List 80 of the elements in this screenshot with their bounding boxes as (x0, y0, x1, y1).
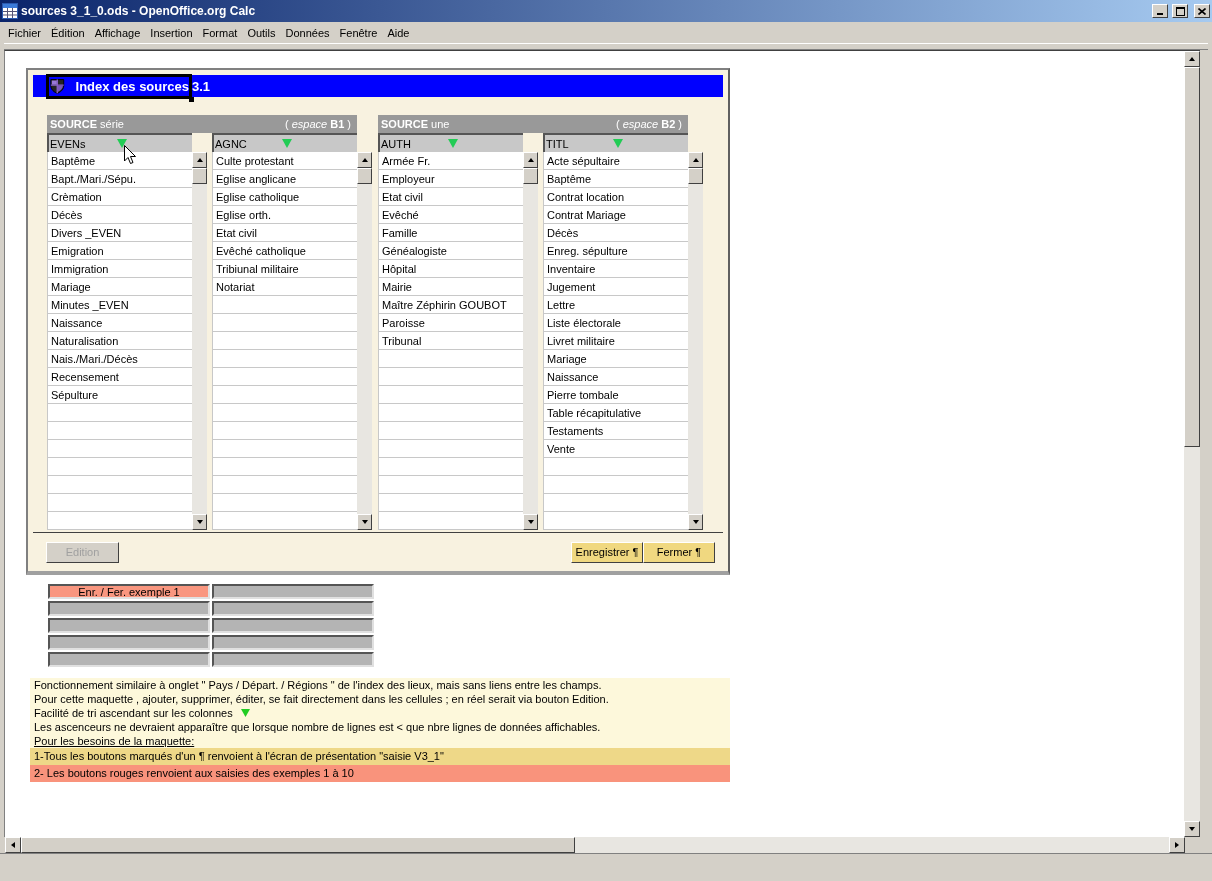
arrow-icon (1188, 826, 1196, 832)
scroll-thumb[interactable] (1184, 67, 1200, 447)
dialog-button[interactable]: Fermer ¶ (643, 541, 715, 563)
column-header[interactable]: AGNC (212, 133, 357, 152)
note-text: Pour cette maquette , ajouter, supprimer, éditer, se fait directement dans les cellules ; en réel serait via bouton Edition. (34, 692, 609, 706)
column-header[interactable]: EVENs (47, 133, 192, 152)
sort-icon (117, 139, 127, 148)
dialog-title: Index des sources (75, 78, 189, 94)
sort-icon (282, 139, 292, 148)
arrow-icon (526, 157, 535, 163)
scroll-thumb[interactable] (192, 168, 207, 184)
scroll-up-button[interactable] (523, 152, 538, 168)
menu-item[interactable]: Outils (242, 26, 281, 39)
scrollbar[interactable] (192, 152, 207, 530)
menu-item[interactable]: Édition (46, 26, 90, 39)
sort-icon (613, 139, 623, 148)
scroll-down-button[interactable] (192, 514, 207, 530)
note-text: Les ascenceurs ne devraient apparaître que lorsque nombre de lignes est < que nbre lignes de données affichables. (34, 720, 601, 734)
scroll-thumb[interactable] (523, 168, 538, 184)
arrow-icon (1174, 841, 1180, 849)
arrow-icon (1188, 56, 1196, 62)
arrow-icon (526, 519, 535, 525)
scrollbar[interactable] (1184, 50, 1200, 837)
column-header[interactable]: AUTH (378, 133, 523, 152)
dialog-button[interactable]: Enregistrer ¶ (571, 541, 643, 563)
menu-item[interactable]: Fichier (3, 26, 46, 39)
scroll-down-button[interactable] (523, 514, 538, 530)
scroll-down-button[interactable] (688, 514, 703, 530)
arrow-icon (691, 157, 700, 163)
arrow-icon (195, 157, 204, 163)
scrollbar[interactable] (523, 152, 538, 530)
sort-icon (448, 139, 458, 148)
scroll-thumb[interactable] (21, 837, 575, 853)
scrollbar[interactable] (357, 152, 372, 530)
scroll-up-button[interactable] (192, 152, 207, 168)
note-text: Fonctionnement similaire à onglet " Pays / Départ. / Régions " de l'index des lieux, mais sans liens entre les champs. (34, 678, 602, 692)
version-label: 3.1 (192, 78, 211, 94)
space-label: ( espace B1 ) (284, 118, 351, 130)
list-item[interactable]: Armée Fr. (378, 152, 523, 170)
close-button[interactable] (1194, 4, 1210, 18)
spreadsheet-icon (2, 3, 18, 19)
scroll-up-button[interactable] (688, 152, 703, 168)
note-text: Pour les besoins de la maquette: (34, 734, 195, 748)
shield-icon (49, 77, 66, 95)
scroll-down-button[interactable] (357, 514, 372, 530)
scrollbar[interactable] (5, 837, 1185, 853)
menu-item[interactable]: Format (197, 26, 243, 39)
space-label: ( espace B2 ) (615, 118, 682, 130)
list-item[interactable]: Acte sépultaire (543, 152, 688, 170)
list-item[interactable]: Culte protestant (212, 152, 357, 170)
column-header[interactable]: TITL (543, 133, 688, 152)
maximize-button[interactable] (1172, 4, 1188, 18)
scroll-thumb[interactable] (357, 168, 372, 184)
group-title: SOURCE série (50, 118, 124, 130)
scroll-down-button[interactable] (1184, 821, 1200, 837)
arrow-icon (691, 519, 700, 525)
scrollbar[interactable] (688, 152, 703, 530)
menu-item[interactable]: Insertion (145, 26, 198, 39)
menu-item[interactable]: Aide (382, 26, 415, 39)
scroll-up-button[interactable] (1184, 51, 1200, 67)
minimize-button[interactable] (1152, 4, 1168, 18)
scroll-up-button[interactable] (357, 152, 372, 168)
close-icon (1198, 7, 1206, 15)
arrow-icon (360, 519, 369, 525)
menu-item[interactable]: Fenêtre (334, 26, 383, 39)
scroll-right-button[interactable] (1169, 837, 1185, 853)
menu-item[interactable]: Affichage (89, 26, 146, 39)
note-text: Facilité de tri ascendant sur les colonnes (34, 706, 233, 720)
example-button[interactable]: Enr. / Fer. exemple 1 (48, 584, 210, 599)
note-text: 2- Les boutons rouges renvoient aux saisies des exemples 1 à 10 (34, 766, 354, 781)
scroll-thumb[interactable] (688, 168, 703, 184)
maximize-icon (1175, 6, 1185, 16)
arrow-icon (195, 519, 204, 525)
group-title: SOURCE une (381, 118, 450, 130)
note-text: 1-Tous les boutons marqués d'un ¶ renvoient à l'écran de présentation "saisie V3_1" (34, 749, 444, 764)
scroll-left-button[interactable] (5, 837, 21, 853)
arrow-icon (10, 841, 16, 849)
menu-item[interactable]: Données (280, 26, 335, 39)
arrow-icon (360, 157, 369, 163)
window-title: sources 3_1_0.ods - OpenOffice.org Calc (21, 4, 257, 18)
